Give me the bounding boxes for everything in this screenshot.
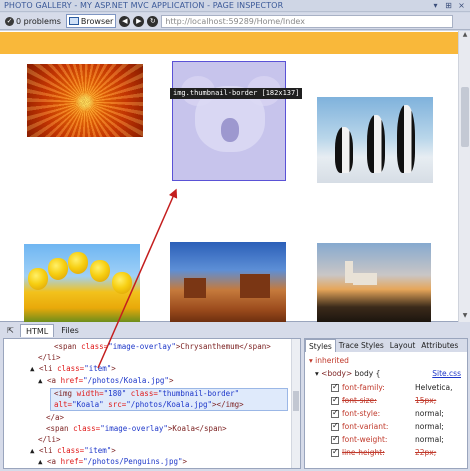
code-line-selected[interactable]: alt="Koala" src="/photos/Koala.jpg"></im…: [54, 399, 244, 410]
property-checkbox[interactable]: [331, 395, 339, 405]
source-file-link[interactable]: Site.css: [432, 369, 461, 378]
browser-button[interactable]: Browser: [65, 14, 117, 28]
code-line[interactable]: </li>: [38, 434, 61, 445]
tab-styles[interactable]: Styles: [305, 339, 336, 352]
inspector-toolbar: ✓ 0 problems Browser ◀ ▶ ↻ http://localh…: [0, 13, 470, 30]
inherited-heading[interactable]: ▾ inherited: [309, 356, 349, 365]
pin-icon[interactable]: ⊞: [444, 1, 453, 10]
code-line[interactable]: </li>: [38, 352, 61, 363]
select-element-icon[interactable]: ⇱: [3, 324, 18, 337]
problems-button[interactable]: ✓ 0 problems: [3, 14, 63, 28]
problems-icon: ✓: [5, 16, 14, 26]
code-line[interactable]: ▲ <li class="item">: [30, 363, 116, 374]
css-property-name: font-style:: [342, 409, 381, 418]
element-size-tooltip: img.thumbnail-border [182x137]: [170, 88, 303, 99]
browser-scrollbar[interactable]: ▲ ▼: [458, 31, 470, 322]
title-bar-buttons: ▾ ⊞ ×: [431, 1, 466, 10]
styles-pane[interactable]: Styles Trace Styles Layout Attributes ▾ …: [304, 338, 468, 469]
css-property-value[interactable]: 15px;: [415, 396, 436, 405]
tab-files[interactable]: Files: [56, 324, 84, 337]
scroll-down-icon[interactable]: ▼: [459, 312, 470, 322]
close-icon[interactable]: ×: [457, 1, 466, 10]
css-property-value[interactable]: normal;: [415, 422, 444, 431]
property-checkbox[interactable]: [331, 408, 339, 418]
collapse-icon[interactable]: ▲: [38, 376, 47, 385]
inspector-panel: ⇱ HTML Files <span class="image-overlay"…: [0, 322, 470, 471]
css-property-name: font-family:: [342, 383, 385, 392]
css-property-value[interactable]: normal;: [415, 435, 444, 444]
scroll-up-icon[interactable]: ▲: [459, 31, 470, 41]
property-checkbox[interactable]: [331, 382, 339, 392]
chrysanthemum-photo[interactable]: [27, 64, 143, 137]
collapse-icon[interactable]: ▲: [30, 364, 39, 373]
problems-label: 0 problems: [16, 16, 61, 26]
tulips-photo[interactable]: [24, 244, 140, 324]
css-property-value[interactable]: normal;: [415, 409, 444, 418]
refresh-icon[interactable]: ↻: [147, 15, 159, 27]
code-line[interactable]: ▲ <a href="/photos/Koala.jpg">: [38, 375, 173, 386]
browser-label: Browser: [80, 16, 114, 26]
forward-arrow-icon[interactable]: ▶: [133, 15, 145, 27]
browser-icon: [68, 17, 79, 25]
css-property-value[interactable]: 22px;: [415, 448, 436, 457]
page-header-banner: [0, 32, 458, 54]
code-line[interactable]: </a>: [46, 412, 64, 423]
penguins-photo[interactable]: [317, 97, 433, 183]
tab-trace-styles[interactable]: Trace Styles: [336, 339, 387, 352]
collapse-icon[interactable]: ▲: [30, 446, 39, 455]
tab-html[interactable]: HTML: [20, 324, 55, 337]
property-checkbox[interactable]: [331, 434, 339, 444]
window-title: PHOTO GALLERY - MY ASP.NET MVC APPLICATI…: [4, 1, 284, 10]
koala-photo-highlighted[interactable]: [172, 61, 286, 181]
css-property-name: line-height:: [342, 448, 385, 457]
tab-layout[interactable]: Layout: [387, 339, 419, 352]
dropdown-icon[interactable]: ▾: [431, 1, 440, 10]
tab-attributes[interactable]: Attributes: [418, 339, 461, 352]
page-inspector-window: PHOTO GALLERY - MY ASP.NET MVC APPLICATI…: [0, 0, 470, 471]
css-property-value[interactable]: Helvetica,: [415, 383, 453, 392]
code-line[interactable]: <span class="image-overlay">Chrysanthemu…: [54, 341, 271, 352]
desert-photo[interactable]: [170, 242, 286, 322]
url-field[interactable]: http://localhost:59289/Home/Index: [161, 14, 454, 28]
code-line[interactable]: <span class="image-overlay">Koala</span>: [46, 423, 227, 434]
scroll-thumb[interactable]: [461, 87, 469, 147]
collapse-icon[interactable]: ▲: [38, 457, 47, 466]
css-property-name: font-size:: [342, 396, 377, 405]
css-property-name: font-weight:: [342, 435, 388, 444]
property-checkbox[interactable]: [331, 421, 339, 431]
styles-tabs: Styles Trace Styles Layout Attributes: [305, 339, 467, 352]
css-rule-header[interactable]: ▾ <body> body {: [315, 369, 380, 378]
css-property-name: font-variant:: [342, 422, 389, 431]
html-source-pane[interactable]: <span class="image-overlay">Chrysanthemu…: [3, 338, 301, 469]
lighthouse-photo[interactable]: [317, 243, 431, 323]
code-line-selected[interactable]: <img width="180" class="thumbnail-border…: [54, 388, 239, 399]
back-arrow-icon[interactable]: ◀: [119, 15, 131, 27]
panel-tabs: ⇱ HTML Files: [0, 322, 470, 337]
title-bar: PHOTO GALLERY - MY ASP.NET MVC APPLICATI…: [0, 0, 470, 12]
property-checkbox[interactable]: [331, 447, 339, 457]
code-line[interactable]: ▲ <li class="item">: [30, 445, 116, 456]
scroll-thumb[interactable]: [293, 391, 299, 411]
html-pane-scrollbar[interactable]: [291, 339, 300, 468]
code-line[interactable]: ▲ <a href="/photos/Penguins.jpg">: [38, 456, 187, 467]
